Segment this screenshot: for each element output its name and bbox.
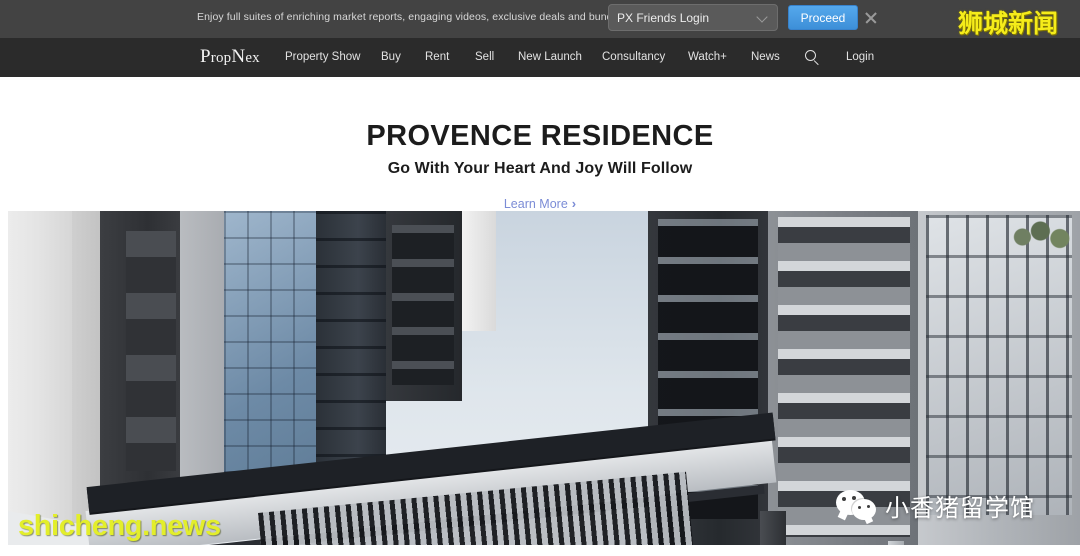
nav-item-login[interactable]: Login	[846, 51, 874, 64]
nav-item-buy[interactable]: Buy	[381, 51, 401, 64]
watermark-bottom-left: shicheng.news	[18, 510, 221, 542]
nav-item-property-show[interactable]: Property Show	[285, 51, 360, 64]
building-dark-balconies	[392, 225, 454, 385]
search-handle	[813, 59, 819, 65]
px-friends-login-select[interactable]: PX Friends Login	[608, 4, 778, 31]
rooftop-planting	[1008, 219, 1080, 249]
building-white-slab	[462, 211, 496, 331]
logo-rop: rop	[210, 50, 232, 66]
wechat-icon	[836, 489, 876, 522]
watermark-wechat-text: 小香猪留学馆	[885, 495, 1035, 522]
building-right-tower-3-glass	[926, 215, 1072, 515]
watermark-wechat: 小香猪留学馆	[836, 488, 1035, 523]
wechat-bubble-small	[852, 498, 876, 520]
wechat-eye-2	[852, 495, 856, 500]
building-left-slab	[8, 211, 72, 545]
page-subtitle: Go With Your Heart And Joy Will Follow	[387, 160, 693, 177]
px-friends-login-value: PX Friends Login	[617, 10, 710, 25]
column-right-dark	[760, 511, 786, 545]
chevron-right-icon: ›	[571, 196, 577, 211]
proceed-button[interactable]: Proceed	[788, 5, 858, 30]
wechat-eye-1	[842, 496, 846, 501]
hero-text-section: PROVENCE RESIDENCE Go With Your Heart An…	[0, 77, 1080, 211]
promo-banner: Enjoy full suites of enriching market re…	[0, 0, 1080, 38]
chevron-down-icon	[758, 12, 769, 23]
propnex-logo[interactable]: PropNex	[200, 46, 260, 69]
search-icon[interactable]	[805, 50, 820, 65]
nav-item-rent[interactable]: Rent	[425, 51, 449, 64]
promo-message: Enjoy full suites of enriching market re…	[197, 11, 630, 23]
learn-more-label: Learn More	[503, 197, 568, 211]
logo-ex: ex	[245, 50, 260, 66]
learn-more-link[interactable]: Learn More ›	[0, 196, 1080, 211]
nav-item-new-launch[interactable]: New Launch	[518, 51, 582, 64]
nav-item-sell[interactable]: Sell	[475, 51, 494, 64]
page-bottom-strip	[0, 545, 1080, 556]
nav-item-news[interactable]: News	[751, 51, 780, 64]
nav-item-watch-plus[interactable]: Watch+	[688, 51, 727, 64]
building-fins	[126, 231, 176, 471]
watermark-top-right: 狮城新闻	[958, 10, 1059, 38]
close-icon[interactable]	[862, 9, 880, 27]
nav-item-consultancy[interactable]: Consultancy	[602, 51, 665, 64]
page-title: PROVENCE RESIDENCE	[366, 120, 714, 152]
main-navigation: PropNex Property Show Buy Rent Sell New …	[0, 38, 1080, 77]
